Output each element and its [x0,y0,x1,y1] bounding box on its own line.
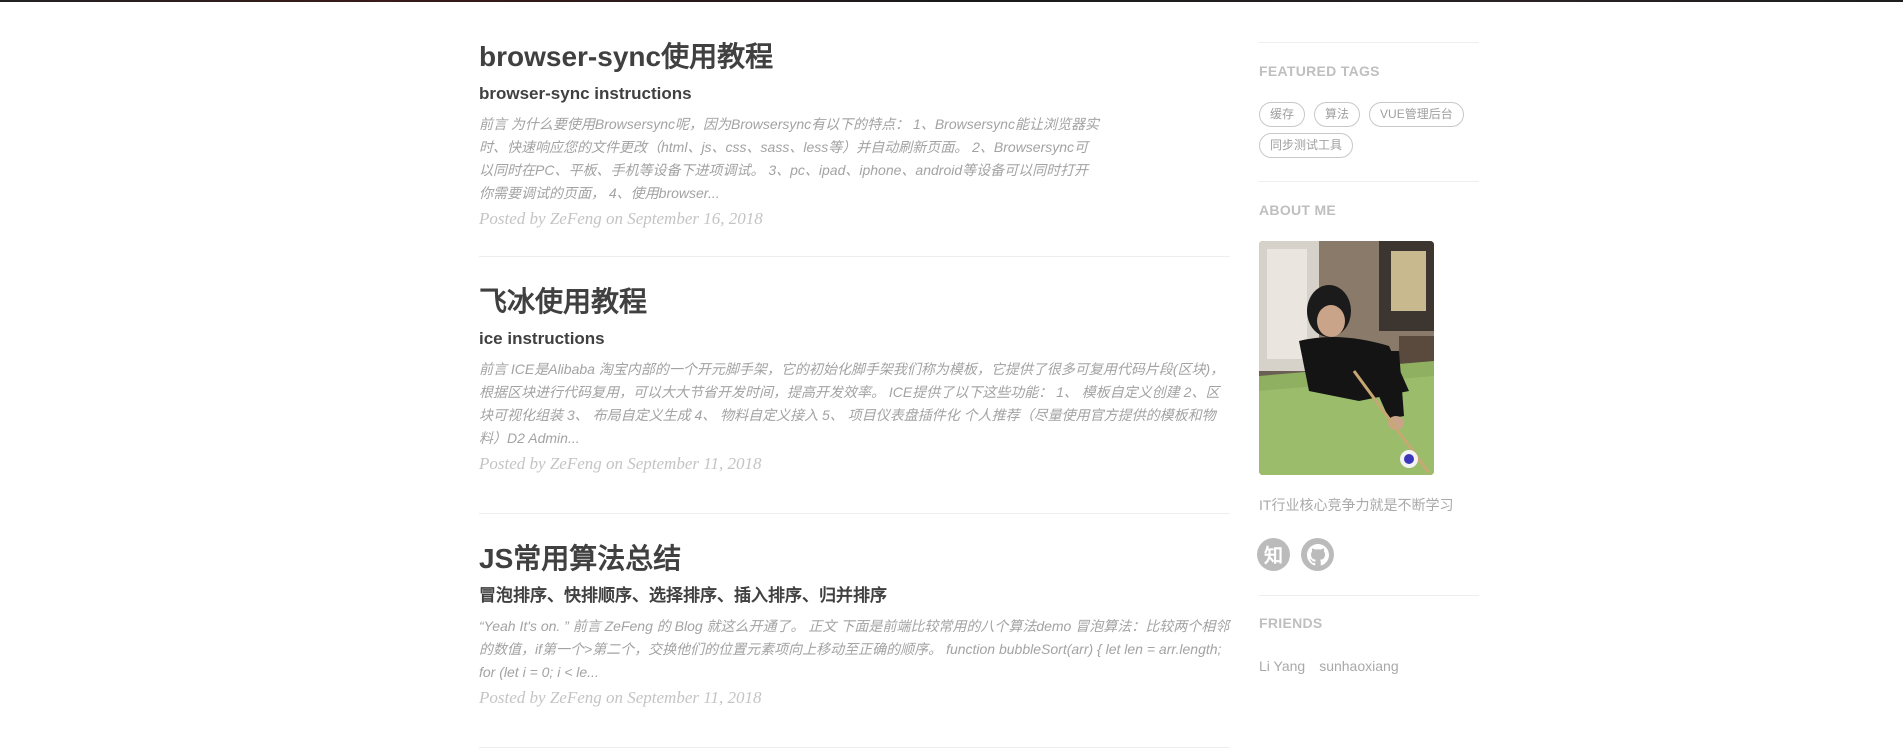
post-preview[interactable]: browser-sync使用教程 browser-sync instructio… [479,40,1099,230]
about-me-heading: ABOUT ME [1259,202,1337,218]
zhihu-label: 知 [1263,546,1283,567]
post-divider [479,513,1230,514]
about-me-text: IT行业核心竞争力就是不断学习 [1259,497,1454,513]
post-title[interactable]: browser-sync使用教程 [479,40,1099,74]
sidebar-divider [1259,595,1479,596]
post-meta: Posted by ZeFeng on September 11, 2018 [479,454,762,473]
post-preview[interactable]: JS常用算法总结 冒泡排序、快排顺序、选择排序、插入排序、归并排序 “Yeah … [479,542,1230,709]
post-divider [479,256,1230,257]
sidebar-divider [1259,181,1479,182]
social-links: 知 [1257,538,1334,571]
post-subtitle[interactable]: browser-sync instructions [479,83,1099,105]
post-preview[interactable]: 飞冰使用教程 ice instructions 前言 ICE是Alibaba 淘… [479,285,1230,475]
friend-link[interactable]: sunhaoxiang [1319,658,1398,674]
post-excerpt[interactable]: “Yeah It's on. ” 前言 ZeFeng 的 Blog 就这么开通了… [479,615,1230,684]
tag-link[interactable]: 同步测试工具 [1259,133,1354,158]
post-title[interactable]: JS常用算法总结 [479,542,1230,576]
post-subtitle[interactable]: 冒泡排序、快排顺序、选择排序、插入排序、归并排序 [479,585,1230,607]
tag-link[interactable]: VUE管理后台 [1369,102,1464,127]
friend-link[interactable]: Li Yang [1259,658,1305,674]
post-excerpt[interactable]: 前言 ICE是Alibaba 淘宝内部的一个开元脚手架，它的初始化脚手架我们称为… [479,358,1230,450]
tag-link[interactable]: 缓存 [1259,102,1306,127]
tag-link[interactable]: 算法 [1314,102,1361,127]
post-meta: Posted by ZeFeng on September 16, 2018 [479,209,763,228]
featured-tags-heading: FEATURED TAGS [1259,63,1380,79]
post-subtitle[interactable]: ice instructions [479,328,1230,350]
zhihu-icon[interactable]: 知 [1257,538,1290,571]
sidebar-divider [1259,42,1479,43]
github-icon[interactable] [1301,538,1334,571]
avatar [1259,241,1434,475]
featured-tags: 缓存 算法 VUE管理后台 同步测试工具 [1259,102,1479,158]
top-navbar-strip [0,0,1903,2]
post-meta: Posted by ZeFeng on September 11, 2018 [479,688,762,707]
friends-heading: FRIENDS [1259,615,1323,631]
post-excerpt[interactable]: 前言 为什么要使用Browsersync呢，因为Browsersync有以下的特… [479,113,1099,205]
friends-list: Li Yang sunhaoxiang [1259,658,1399,674]
post-title[interactable]: 飞冰使用教程 [479,285,1230,319]
